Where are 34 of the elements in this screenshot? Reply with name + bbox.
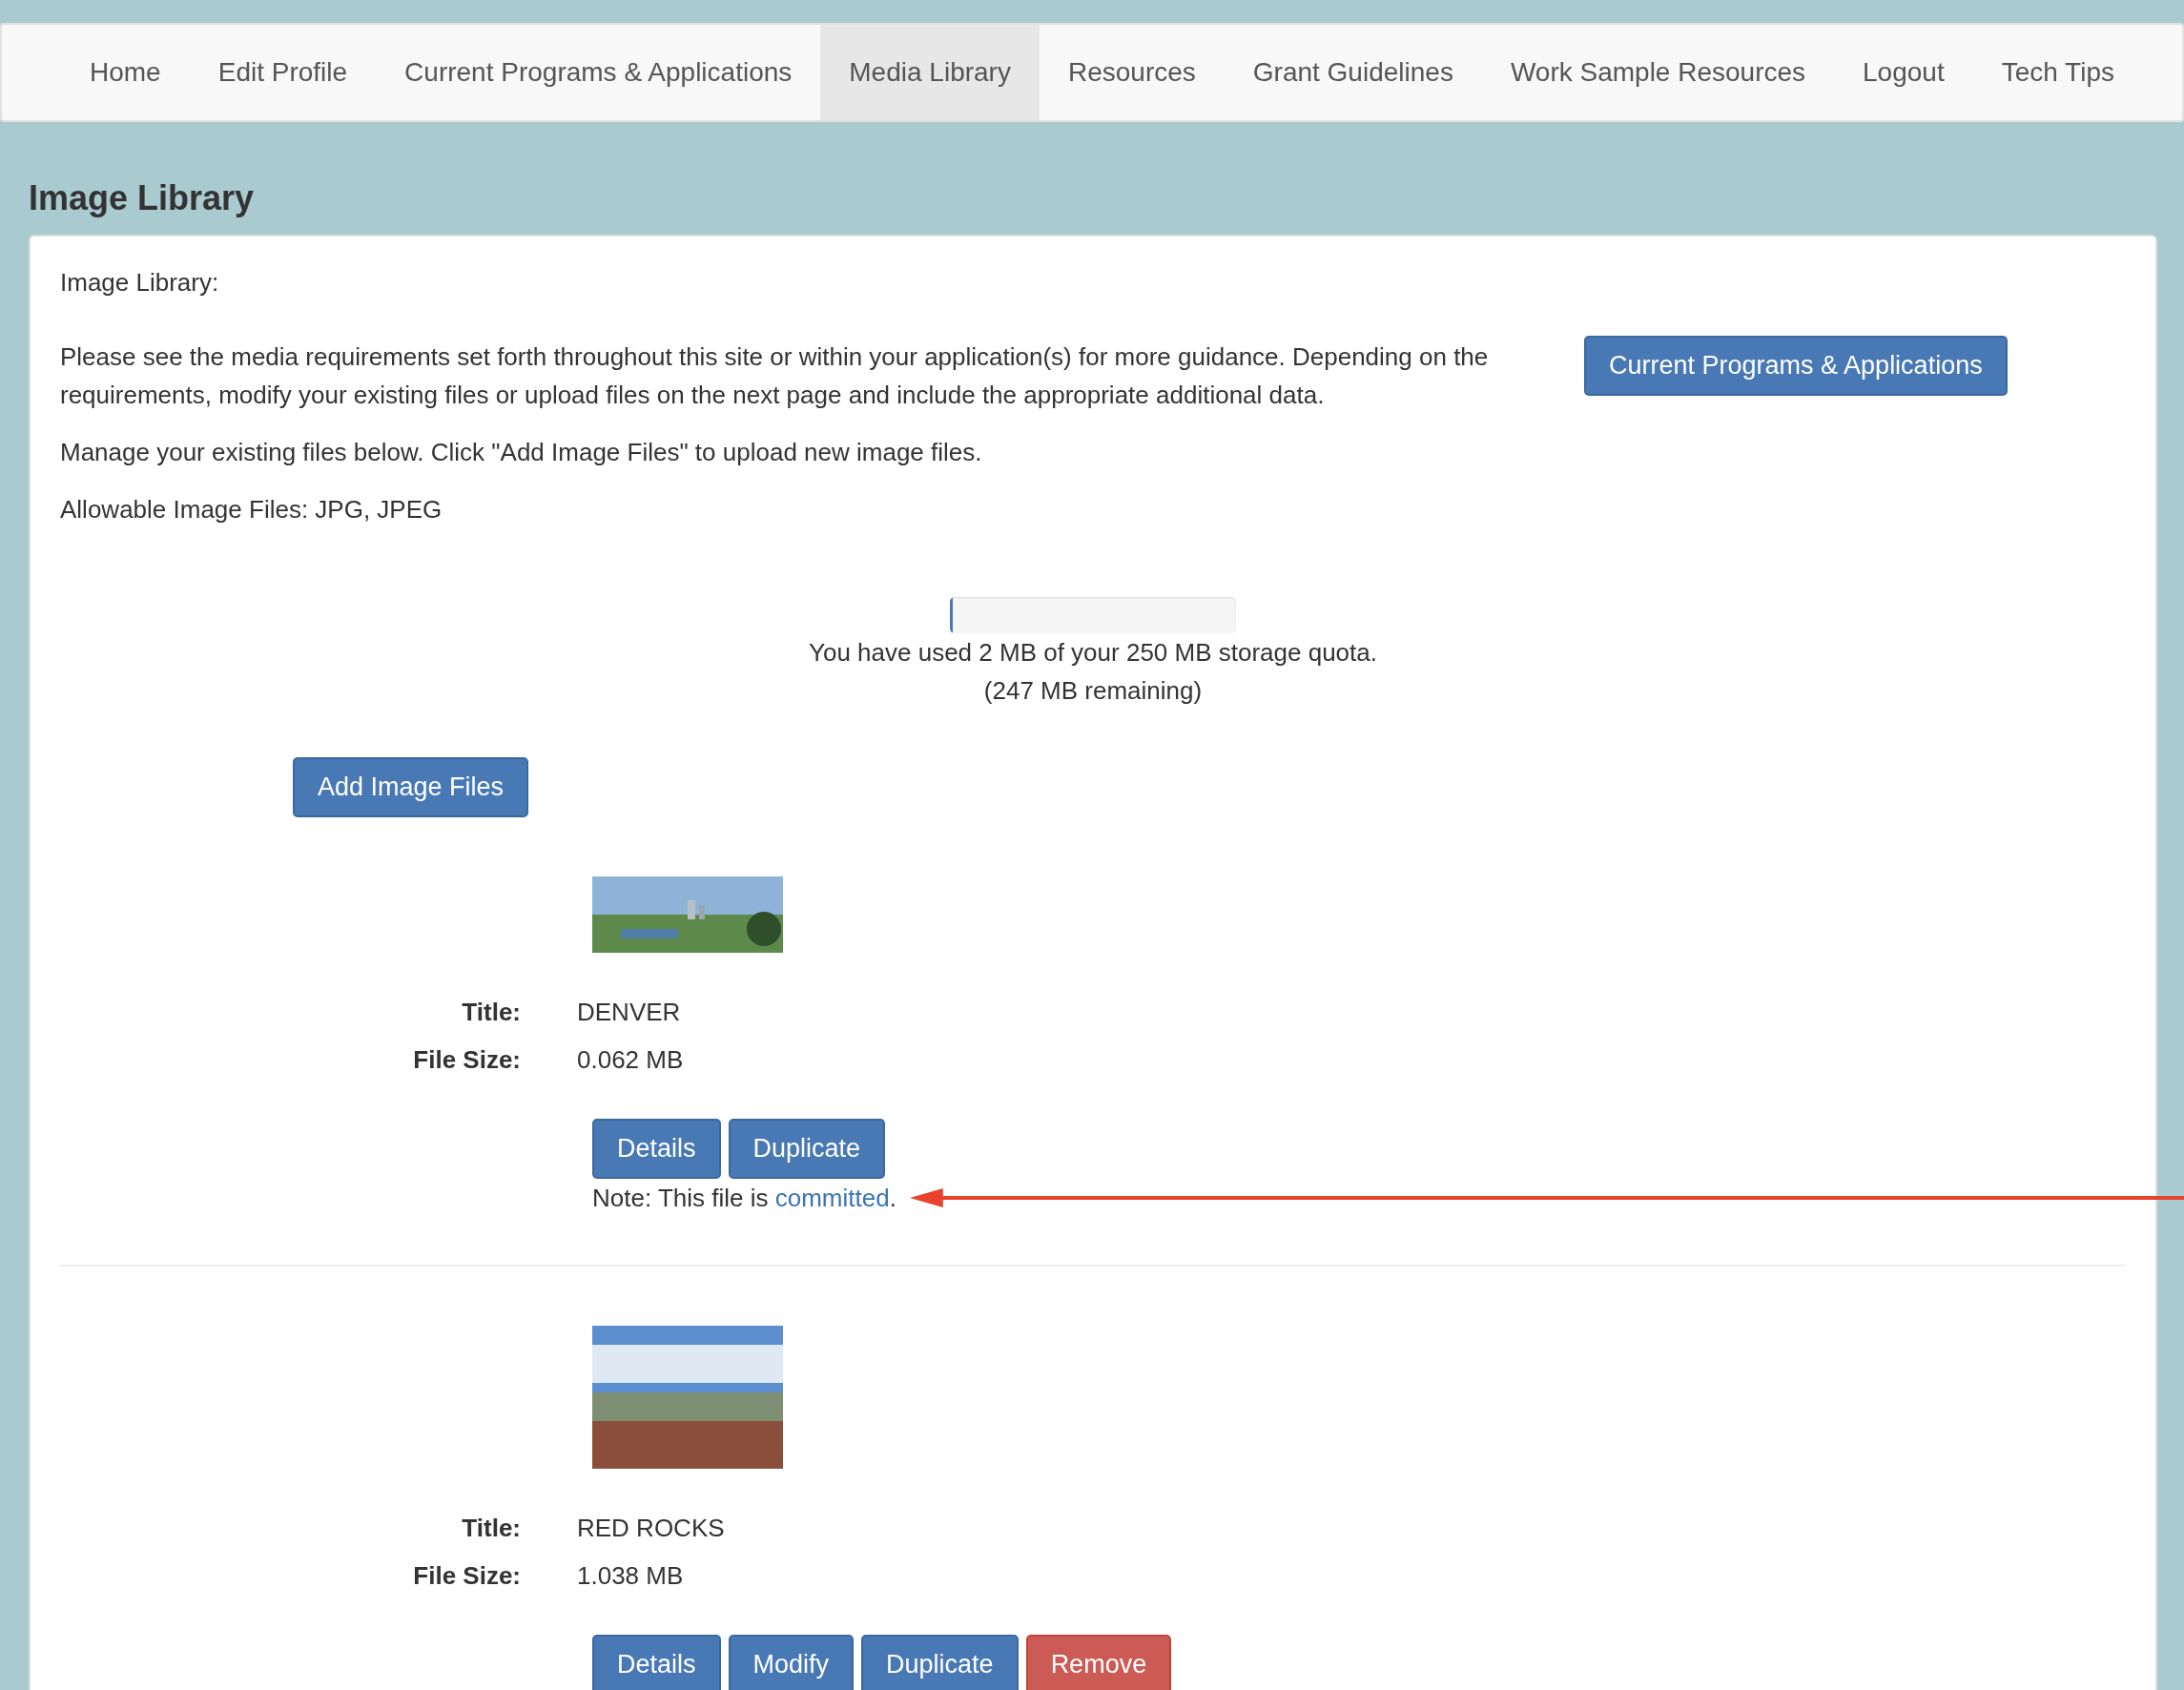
- remove-button[interactable]: Remove: [1025, 1635, 1172, 1690]
- manage-text: Manage your existing files below. Click "Add Image Files" to upload new image files.: [60, 437, 983, 468]
- nav-link[interactable]: Home: [61, 25, 190, 120]
- action-button[interactable]: Modify: [728, 1635, 855, 1690]
- file-size-label: File Size:: [412, 1560, 521, 1592]
- title-label: Title:: [461, 997, 521, 1028]
- nav-link[interactable]: Work Sample Resources: [1481, 25, 1835, 120]
- action-button[interactable]: Duplicate: [728, 1119, 886, 1179]
- quota-remaining-text: (247 MB remaining): [983, 675, 1203, 707]
- nav-link[interactable]: Edit Profile: [189, 25, 377, 120]
- add-image-files-button[interactable]: Add Image Files: [293, 757, 529, 817]
- committed-link[interactable]: committed: [774, 1184, 890, 1212]
- file-size-value: 1.038 MB: [577, 1560, 685, 1592]
- action-button[interactable]: Duplicate: [861, 1635, 1019, 1690]
- title-value: DENVER: [577, 997, 682, 1028]
- nav-link[interactable]: Media Library: [820, 25, 1040, 120]
- title-value: RED ROCKS: [577, 1513, 726, 1544]
- file-size-value: 0.062 MB: [577, 1044, 685, 1076]
- quota-text: You have used 2 MB of your 250 MB storage quota.: [809, 637, 1377, 669]
- note-text: Note: This file is committed.: [592, 1183, 896, 1214]
- title-label: Title:: [461, 1513, 521, 1544]
- page-title: Image Library: [28, 177, 256, 217]
- nav-link[interactable]: Grant Guidelines: [1224, 25, 1482, 120]
- programs-button[interactable]: Current Programs & Applications: [1584, 336, 2008, 396]
- panel-heading: Image Library:: [60, 266, 220, 299]
- intro-text: Please see the media requirements set forth throughout this site or within your application(s) for more guidance. Depending on the requirements, modify your existing files or upload files on the next page and include the appropriate additional data.: [60, 341, 1490, 411]
- action-button[interactable]: Details: [592, 1635, 721, 1690]
- nav-link[interactable]: Tech Tips: [1972, 25, 2143, 120]
- action-button[interactable]: Details: [592, 1119, 721, 1179]
- nav-link[interactable]: Current Programs & Applications: [376, 25, 821, 120]
- allowable-files-text: Allowable Image Files: JPG, JPEG: [60, 494, 443, 526]
- nav-link[interactable]: Resources: [1039, 25, 1225, 120]
- file-size-label: File Size:: [412, 1044, 521, 1076]
- nav-link[interactable]: Logout: [1834, 25, 1973, 120]
